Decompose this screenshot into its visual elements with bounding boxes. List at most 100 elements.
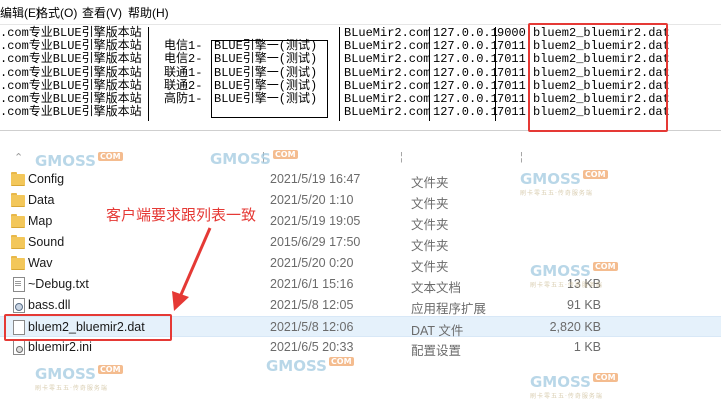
folder-icon xyxy=(10,234,26,250)
file-name: Map xyxy=(28,214,53,228)
watermark-badge: COM xyxy=(272,150,298,159)
engine-column-box xyxy=(211,40,328,118)
line-name-text: 高防1- xyxy=(164,91,203,106)
watermark-tagline: 刷卡零五五·传奇服务端 xyxy=(530,282,603,289)
file-size: 1 KB xyxy=(573,340,601,354)
watermark: GMOSS COM 刷卡零五五·传奇服务端 xyxy=(35,365,123,392)
menu-bar: 编辑(E) 格式(O) 查看(V) 帮助(H) xyxy=(0,0,721,25)
watermark-badge: COM xyxy=(592,262,618,271)
notepad-window: 编辑(E) 格式(O) 查看(V) 帮助(H) .com专业BLUE引擎版本站 … xyxy=(0,0,721,132)
file-name: bluemir2.ini xyxy=(28,340,92,354)
file-date: 2021/6/1 15:16 xyxy=(270,277,354,291)
file-date: 2021/5/8 12:06 xyxy=(270,320,354,334)
file-date: 2021/5/20 0:20 xyxy=(270,256,354,270)
menu-format[interactable]: 格式(O) xyxy=(36,4,77,21)
annotation-text: 客户端要求跟列表一致 xyxy=(106,206,257,224)
domain-text: BLueMir2.com xyxy=(344,78,431,93)
watermark-brand: GMOSS xyxy=(210,150,271,168)
menu-view[interactable]: 查看(V) xyxy=(82,4,122,21)
file-type: 文本文档 xyxy=(411,281,462,295)
menu-help[interactable]: 帮助(H) xyxy=(128,4,169,21)
watermark-brand: GMOSS xyxy=(520,170,581,188)
highlight-box-filename-column xyxy=(528,23,668,132)
site-text: .com专业BLUE引擎版本站 xyxy=(0,78,142,93)
file-name: Data xyxy=(28,193,55,207)
watermark-brand: GMOSS xyxy=(35,365,96,383)
line-name-text: 电信2- xyxy=(164,52,203,67)
watermark: GMOSS COM xyxy=(35,152,123,170)
column-separator xyxy=(148,27,149,121)
ip-text: 127.0.0.1 xyxy=(433,78,498,93)
ip-text: 127.0.0.1 xyxy=(433,65,498,80)
file-size: 91 KB xyxy=(566,298,601,312)
site-text: .com专业BLUE引擎版本站 xyxy=(0,105,142,120)
site-text: .com专业BLUE引擎版本站 xyxy=(0,52,142,67)
file-name: Sound xyxy=(28,235,65,249)
file-name: Wav xyxy=(28,256,53,270)
file-name: ~Debug.txt xyxy=(28,277,89,291)
dll-file-icon xyxy=(10,297,26,313)
file-date: 2021/5/20 1:10 xyxy=(270,193,354,207)
column-sort-indicator[interactable]: ⌃ xyxy=(14,151,23,164)
column-separator xyxy=(339,27,340,121)
watermark-badge: COM xyxy=(582,170,608,179)
domain-text: BLueMir2.com xyxy=(344,105,431,120)
file-date: 2021/5/19 16:47 xyxy=(270,172,361,186)
file-row-config[interactable]: Config 2021/5/19 16:47 文件夹 xyxy=(0,169,721,190)
port-text: 7011 xyxy=(497,65,526,80)
watermark-tagline: 刷卡零五五·传奇服务端 xyxy=(520,190,593,197)
file-row-bass-dll[interactable]: bass.dll 2021/5/8 12:05 应用程序扩展 91 KB xyxy=(0,295,721,316)
line-name-text: 联通1- xyxy=(164,65,203,80)
ip-text: 127.0.0.1 xyxy=(433,52,498,67)
file-date: 2021/6/5 20:33 xyxy=(270,340,354,354)
file-type: 文件夹 xyxy=(411,239,449,253)
folder-icon xyxy=(10,171,26,187)
folder-icon xyxy=(10,192,26,208)
watermark-brand: GMOSS xyxy=(266,357,327,375)
watermark-brand: GMOSS xyxy=(530,262,591,280)
file-type: 文件夹 xyxy=(411,176,449,190)
watermark: GMOSS COM 刷卡零五五·传奇服务端 xyxy=(520,170,608,197)
watermark: GMOSS COM xyxy=(266,357,354,375)
column-separator xyxy=(429,27,430,121)
file-type: 文件夹 xyxy=(411,197,449,211)
menu-edit[interactable]: 编辑(E) xyxy=(0,4,40,21)
watermark-badge: COM xyxy=(97,365,123,374)
highlight-box-dat-file xyxy=(4,314,172,341)
file-row-sound[interactable]: Sound 2015/6/29 17:50 文件夹 xyxy=(0,232,721,253)
file-type: 应用程序扩展 xyxy=(411,302,487,316)
watermark: GMOSS COM 刷卡零五五·传奇服务端 xyxy=(530,373,618,400)
watermark-badge: COM xyxy=(328,357,354,366)
watermark-tagline: 刷卡零五五·传奇服务端 xyxy=(35,385,108,392)
file-type: 配置设置 xyxy=(411,344,462,358)
column-divider[interactable]: ¦ xyxy=(520,151,523,163)
text-file-icon xyxy=(10,276,26,292)
file-size: 2,820 KB xyxy=(549,320,601,334)
domain-text: BLueMir2.com xyxy=(344,65,431,80)
port-text: 7011 xyxy=(497,78,526,93)
file-type: 文件夹 xyxy=(411,218,449,232)
watermark-brand: GMOSS xyxy=(530,373,591,391)
file-type: 文件夹 xyxy=(411,260,449,274)
site-text: .com专业BLUE引擎版本站 xyxy=(0,65,142,80)
column-divider[interactable]: ¦ xyxy=(400,151,403,163)
file-date: 2015/6/29 17:50 xyxy=(270,235,361,249)
watermark: GMOSS COM 刷卡零五五·传奇服务端 xyxy=(530,262,618,289)
file-name: bass.dll xyxy=(28,298,71,312)
watermark-tagline: 刷卡零五五·传奇服务端 xyxy=(530,393,603,400)
file-date: 2021/5/8 12:05 xyxy=(270,298,354,312)
ini-file-icon xyxy=(10,339,26,355)
watermark: GMOSS COM xyxy=(210,150,298,168)
folder-icon xyxy=(10,213,26,229)
folder-icon xyxy=(10,255,26,271)
file-date: 2021/5/19 19:05 xyxy=(270,214,361,228)
file-name: Config xyxy=(28,172,65,186)
line-name-text: 联通2- xyxy=(164,78,203,93)
watermark-brand: GMOSS xyxy=(35,152,96,170)
ip-text: 127.0.0.1 xyxy=(433,105,498,120)
port-text: 7011 xyxy=(497,105,526,120)
watermark-badge: COM xyxy=(592,373,618,382)
watermark-badge: COM xyxy=(97,152,123,161)
port-text: 7011 xyxy=(497,52,526,67)
domain-text: BLueMir2.com xyxy=(344,52,431,67)
